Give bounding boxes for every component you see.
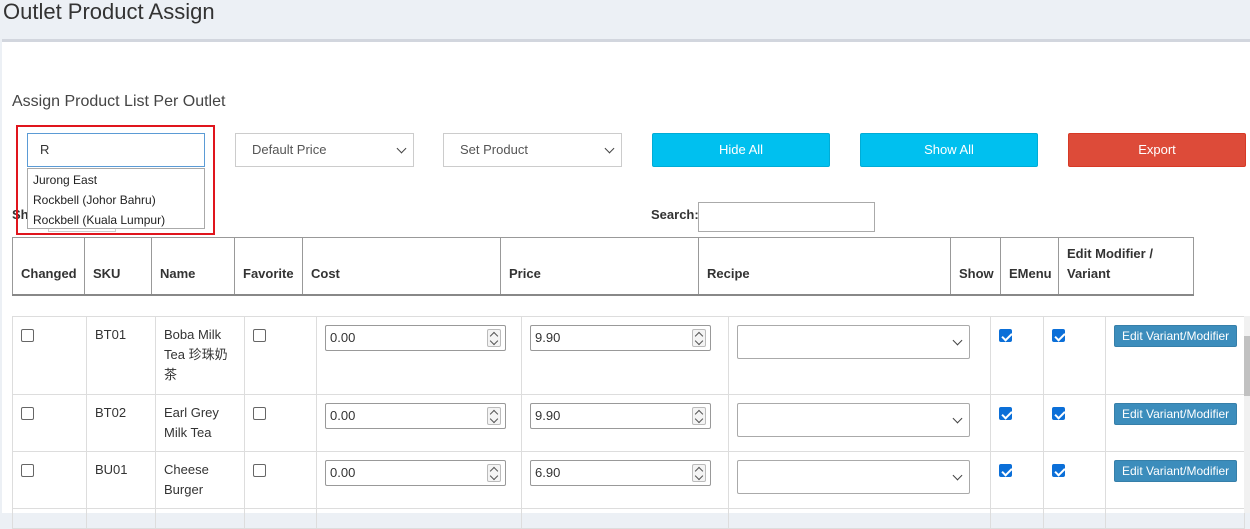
edit-variant-modifier-button[interactable]: Edit Variant/Modifier (1114, 460, 1238, 482)
changed-checkbox[interactable] (21, 407, 34, 420)
page-title: Outlet Product Assign (3, 0, 215, 24)
sku-cell: BT02 (86, 394, 156, 452)
cost-input[interactable]: 0.00 (325, 403, 506, 429)
product-select[interactable]: Set Product (443, 133, 622, 167)
section-subtitle: Assign Product List Per Outlet (12, 93, 226, 110)
chevron-down-icon (952, 413, 963, 424)
scrollbar-thumb[interactable] (1244, 336, 1250, 396)
column-header-name[interactable]: Name (151, 237, 235, 296)
product-table: BT01 Boba Milk Tea 珍珠奶茶 0.00 9.90 Edit V… (12, 316, 1245, 529)
search-label: Search: (651, 207, 699, 222)
hide-all-button[interactable]: Hide All (652, 133, 830, 167)
spinner-icon[interactable] (487, 407, 501, 425)
emenu-checkbox[interactable] (1052, 407, 1065, 420)
chevron-down-icon (952, 470, 963, 481)
changed-checkbox[interactable] (21, 329, 34, 342)
price-value: 6.90 (535, 465, 561, 480)
spinner-icon[interactable] (692, 407, 706, 425)
export-button[interactable]: Export (1068, 133, 1246, 167)
table-scrollbar[interactable] (1244, 316, 1250, 513)
price-value: 9.90 (535, 330, 561, 345)
spinner-icon[interactable] (487, 464, 501, 482)
column-header-emenu[interactable]: EMenu (1000, 237, 1059, 296)
product-select-value: Set Product (460, 142, 528, 157)
column-header-changed[interactable]: Changed (12, 237, 85, 296)
recipe-select[interactable] (737, 403, 970, 437)
column-header-recipe[interactable]: Recipe (698, 237, 951, 296)
column-header-edit[interactable]: Edit Modifier / Variant (1058, 237, 1194, 296)
table-header: Changed SKU Name Favorite Cost Price Rec… (12, 237, 1194, 296)
table-row: BU01 Cheese Burger 0.00 6.90 Edit Varian… (12, 451, 1245, 509)
table-row (12, 508, 1245, 529)
spinner-icon[interactable] (487, 329, 501, 347)
sku-cell: BT01 (86, 316, 156, 395)
show-checkbox[interactable] (999, 407, 1012, 420)
table-row: BT01 Boba Milk Tea 珍珠奶茶 0.00 9.90 Edit V… (12, 316, 1245, 395)
favorite-checkbox[interactable] (253, 464, 266, 477)
column-header-sku[interactable]: SKU (84, 237, 152, 296)
chevron-down-icon (396, 143, 407, 154)
chevron-down-icon (604, 143, 615, 154)
price-type-select-value: Default Price (252, 142, 327, 157)
column-header-cost[interactable]: Cost (302, 237, 501, 296)
spinner-icon[interactable] (692, 464, 706, 482)
column-header-show[interactable]: Show (950, 237, 1001, 296)
emenu-checkbox[interactable] (1052, 329, 1065, 342)
show-all-button[interactable]: Show All (860, 133, 1038, 167)
edit-variant-modifier-button[interactable]: Edit Variant/Modifier (1114, 403, 1238, 425)
name-cell: Earl Grey Milk Tea (155, 394, 245, 452)
changed-checkbox[interactable] (21, 464, 34, 477)
name-cell: Boba Milk Tea 珍珠奶茶 (155, 316, 245, 395)
show-checkbox[interactable] (999, 329, 1012, 342)
recipe-select[interactable] (737, 325, 970, 359)
column-header-price[interactable]: Price (500, 237, 699, 296)
highlight-annotation (16, 125, 215, 235)
price-type-select[interactable]: Default Price (235, 133, 414, 167)
cost-input[interactable]: 0.00 (325, 460, 506, 486)
emenu-checkbox[interactable] (1052, 464, 1065, 477)
edit-variant-modifier-button[interactable]: Edit Variant/Modifier (1114, 325, 1238, 347)
spinner-icon[interactable] (692, 329, 706, 347)
cost-value: 0.00 (330, 465, 356, 480)
table-search-input[interactable] (698, 202, 875, 232)
cost-value: 0.00 (330, 408, 356, 423)
chevron-down-icon (952, 335, 963, 346)
favorite-checkbox[interactable] (253, 329, 266, 342)
cost-input[interactable]: 0.00 (325, 325, 506, 351)
sku-cell: BU01 (86, 451, 156, 509)
show-checkbox[interactable] (999, 464, 1012, 477)
column-header-favorite[interactable]: Favorite (234, 237, 303, 296)
price-input[interactable]: 9.90 (530, 403, 711, 429)
recipe-select[interactable] (737, 460, 970, 494)
price-input[interactable]: 9.90 (530, 325, 711, 351)
price-value: 9.90 (535, 408, 561, 423)
price-input[interactable]: 6.90 (530, 460, 711, 486)
favorite-checkbox[interactable] (253, 407, 266, 420)
table-row: BT02 Earl Grey Milk Tea 0.00 9.90 Edit V… (12, 394, 1245, 452)
name-cell: Cheese Burger (155, 451, 245, 509)
cost-value: 0.00 (330, 330, 356, 345)
